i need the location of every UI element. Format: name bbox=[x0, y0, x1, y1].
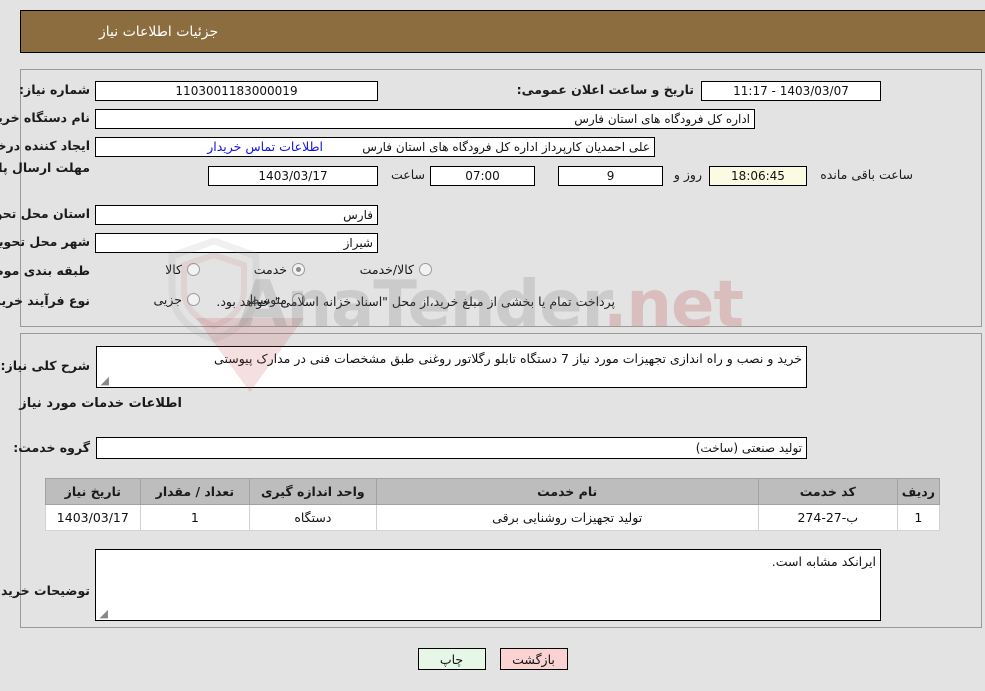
category-radio-kala-khedmat[interactable] bbox=[419, 263, 432, 276]
process-label-row: نوع فرآیند خرید : bbox=[0, 293, 90, 308]
need-number-label-row: شماره نیاز: bbox=[19, 82, 90, 97]
need-number-field: 1103001183000019 bbox=[95, 81, 378, 101]
countdown-field: 18:06:45 bbox=[709, 166, 807, 186]
remaining-days-field: 9 bbox=[558, 166, 663, 186]
cell-qty: 1 bbox=[139, 504, 251, 531]
process-note-row: پرداخت تمام یا بخشی از مبلغ خرید،از محل … bbox=[216, 294, 615, 309]
process-type-label: نوع فرآیند خرید : bbox=[0, 293, 90, 308]
need-summary-label: شرح کلی نیاز: bbox=[0, 358, 90, 373]
countdown-label-row: ساعت باقی مانده bbox=[820, 167, 913, 182]
deadline-time-field: 07:00 bbox=[430, 166, 535, 186]
table-header-row: ردیف کد خدمت نام خدمت واحد اندازه گیری ت… bbox=[45, 478, 941, 505]
category-label-row: طبقه بندی موضوعی: bbox=[0, 263, 90, 278]
process-note-text: پرداخت تمام یا بخشی از مبلغ خرید،از محل … bbox=[216, 294, 615, 309]
province-field: فارس bbox=[95, 205, 378, 225]
process-option-jozi[interactable]: جزیی bbox=[153, 292, 200, 307]
hour-label-row: ساعت bbox=[391, 167, 425, 182]
contact-link-row: اطلاعات تماس خریدار bbox=[207, 139, 323, 154]
need-summary-text: خرید و نصب و راه اندازی تجهیزات مورد نیا… bbox=[214, 351, 802, 366]
buyer-org-label-row: نام دستگاه خریدار: bbox=[0, 110, 90, 125]
category-radio-khedmat[interactable] bbox=[292, 263, 305, 276]
need-summary-textarea[interactable]: خرید و نصب و راه اندازی تجهیزات مورد نیا… bbox=[96, 346, 807, 388]
category-radio-kala-khedmat-label: کالا/خدمت bbox=[359, 262, 414, 277]
city-label: شهر محل تحویل: bbox=[0, 234, 90, 249]
days-label: روز و bbox=[673, 167, 702, 182]
category-option-kala-khedmat[interactable]: کالا/خدمت bbox=[360, 262, 432, 277]
need-number-label: شماره نیاز: bbox=[19, 82, 90, 97]
deadline-date-field: 1403/03/17 bbox=[208, 166, 378, 186]
creator-label-row: ایجاد کننده درخواست: bbox=[0, 138, 90, 153]
need-info-panel bbox=[20, 69, 982, 327]
hour-label: ساعت bbox=[390, 167, 425, 182]
service-section-heading: اطلاعات خدمات مورد نیاز bbox=[19, 396, 182, 411]
buyer-org-label: نام دستگاه خریدار: bbox=[0, 110, 90, 125]
announce-datetime-field: 1403/03/07 - 11:17 bbox=[701, 81, 881, 101]
col-date: تاریخ نیاز bbox=[45, 478, 141, 505]
col-qty: تعداد / مقدار bbox=[139, 478, 251, 505]
buyer-notes-label-row: توضیحات خریدار: bbox=[0, 583, 90, 598]
creator-field: علی احمدیان کارپرداز اداره کل فرودگاه ها… bbox=[95, 137, 655, 157]
city-field: شیراز bbox=[95, 233, 378, 253]
days-label-row: روز و bbox=[674, 167, 702, 182]
page-header-bar: جزئیات اطلاعات نیاز bbox=[20, 10, 985, 53]
cell-index: 1 bbox=[896, 504, 941, 531]
col-code: کد خدمت bbox=[757, 478, 898, 505]
category-label: طبقه بندی موضوعی: bbox=[0, 263, 90, 278]
city-label-row: شهر محل تحویل: bbox=[0, 234, 90, 249]
province-label-row: استان محل تحویل: bbox=[0, 206, 90, 221]
countdown-label: ساعت باقی مانده bbox=[820, 167, 913, 182]
col-index: ردیف bbox=[896, 478, 941, 505]
service-group-label: گروه خدمت: bbox=[13, 440, 90, 455]
buyer-contact-link[interactable]: اطلاعات تماس خریدار bbox=[207, 139, 323, 154]
category-radio-khedmat-label: خدمت bbox=[253, 262, 287, 277]
buyer-notes-text: ایرانکد مشابه است. bbox=[771, 554, 876, 569]
announce-label-row: تاریخ و ساعت اعلان عمومی: bbox=[517, 82, 694, 97]
category-option-khedmat[interactable]: خدمت bbox=[254, 262, 305, 277]
services-table: ردیف کد خدمت نام خدمت واحد اندازه گیری ت… bbox=[45, 478, 941, 531]
action-buttons: بازگشت چاپ bbox=[0, 648, 985, 670]
process-radio-jozi-label: جزیی bbox=[153, 292, 182, 307]
deadline-label: مهلت ارسال پاسخ: تا تاریخ: bbox=[0, 160, 90, 175]
creator-label: ایجاد کننده درخواست: bbox=[0, 138, 90, 153]
category-radio-kala-label: کالا bbox=[165, 262, 182, 277]
announce-datetime-label: تاریخ و ساعت اعلان عمومی: bbox=[516, 82, 694, 97]
print-button[interactable]: چاپ bbox=[417, 648, 486, 670]
service-group-label-row: گروه خدمت: bbox=[13, 440, 90, 455]
category-radio-kala[interactable] bbox=[187, 263, 200, 276]
resize-grip-icon-notes[interactable]: ◢ bbox=[98, 608, 108, 619]
province-label: استان محل تحویل: bbox=[0, 206, 90, 221]
page-title: جزئیات اطلاعات نیاز bbox=[99, 23, 219, 40]
col-unit: واحد اندازه گیری bbox=[249, 478, 377, 505]
back-button[interactable]: بازگشت bbox=[499, 648, 568, 670]
buyer-notes-label: توضیحات خریدار: bbox=[0, 583, 90, 598]
cell-unit: دستگاه bbox=[249, 504, 377, 531]
col-name: نام خدمت bbox=[375, 478, 759, 505]
deadline-label-row: مهلت ارسال پاسخ: تا تاریخ: bbox=[0, 160, 90, 176]
buyer-notes-textarea[interactable]: ایرانکد مشابه است. ◢ bbox=[95, 549, 881, 621]
resize-grip-icon[interactable]: ◢ bbox=[99, 375, 109, 386]
cell-date: 1403/03/17 bbox=[45, 504, 141, 531]
category-option-kala[interactable]: کالا bbox=[165, 262, 200, 277]
cell-name: تولید تجهیزات روشنایی برقی bbox=[375, 504, 759, 531]
process-radio-jozi[interactable] bbox=[187, 293, 200, 306]
cell-code: ب-27-274 bbox=[757, 504, 898, 531]
summary-label-row: شرح کلی نیاز: bbox=[1, 358, 90, 373]
buyer-org-field: اداره کل فرودگاه های استان فارس bbox=[95, 109, 755, 129]
table-row[interactable]: 1 ب-27-274 تولید تجهیزات روشنایی برقی دس… bbox=[45, 504, 941, 531]
service-group-field: تولید صنعتی (ساخت) bbox=[96, 437, 807, 459]
